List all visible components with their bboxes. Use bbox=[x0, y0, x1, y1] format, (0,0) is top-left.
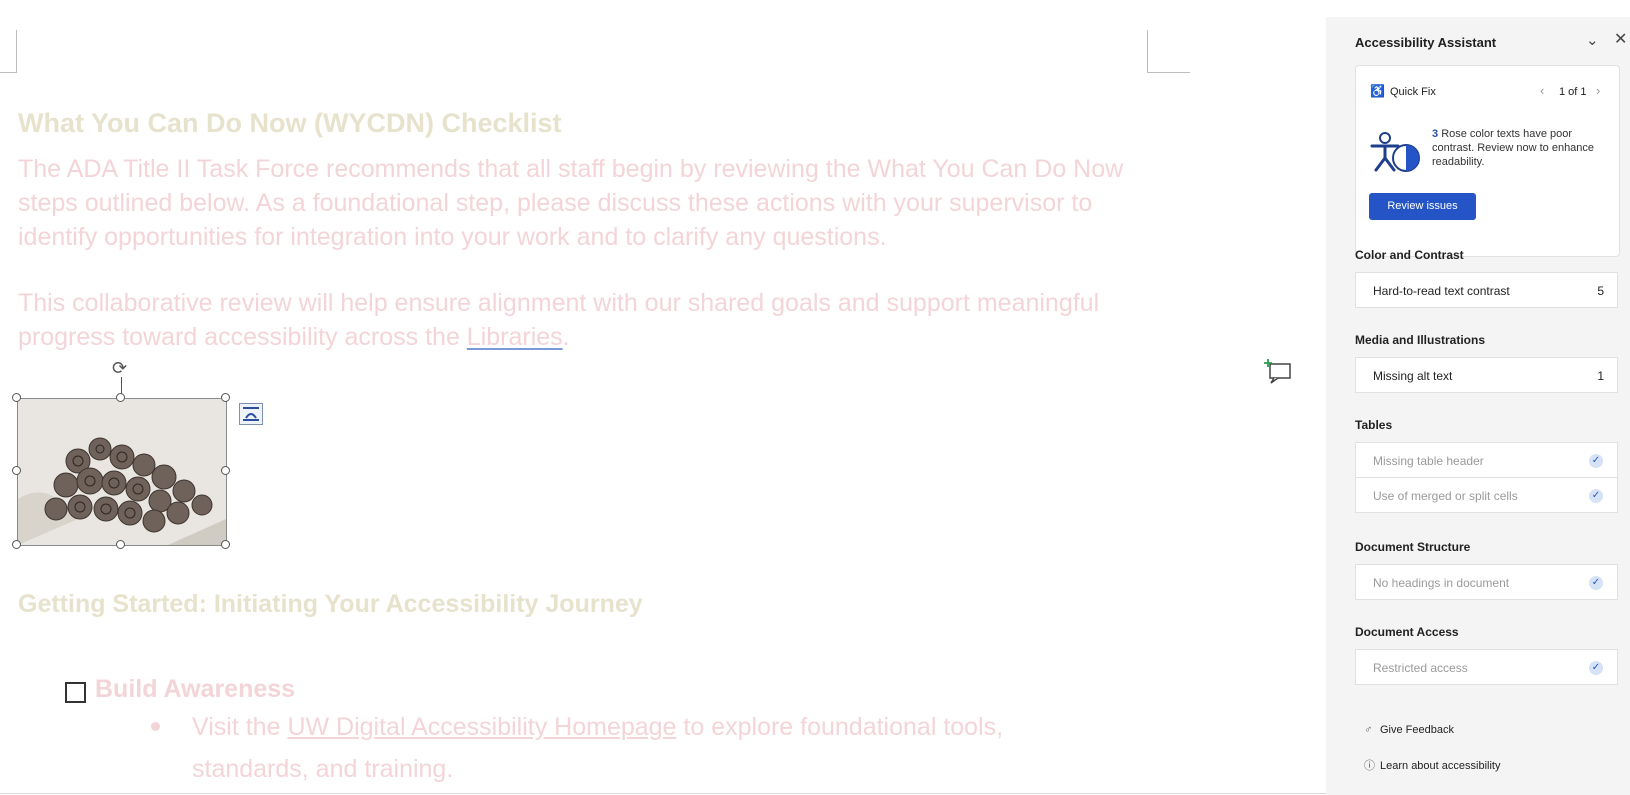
row-restricted-access[interactable]: Restricted access ✓ bbox=[1355, 649, 1618, 685]
section-color-contrast: Color and Contrast bbox=[1355, 248, 1464, 262]
bullet-item[interactable]: Visit the UW Digital Accessibility Homep… bbox=[192, 706, 1092, 790]
bullet-dot bbox=[151, 722, 160, 731]
row-hard-to-read-contrast[interactable]: Hard-to-read text contrast 5 bbox=[1355, 272, 1618, 308]
feedback-icon: ♂ bbox=[1364, 724, 1373, 736]
chevron-left-icon[interactable]: ‹ bbox=[1540, 83, 1544, 98]
give-feedback-link[interactable]: ♂ Give Feedback bbox=[1364, 724, 1454, 736]
quick-fix-text: Rose color texts have poor contrast. Rev… bbox=[1432, 128, 1595, 168]
libraries-link[interactable]: Libraries bbox=[467, 323, 563, 351]
row-label: Use of merged or split cells bbox=[1373, 489, 1518, 503]
rolled-maps-image bbox=[18, 399, 226, 545]
section-document-access: Document Access bbox=[1355, 625, 1459, 639]
layout-options-button[interactable] bbox=[239, 403, 263, 425]
bullet-text-start: Visit the bbox=[192, 713, 288, 741]
quick-fix-pager: 1 of 1 bbox=[1559, 86, 1587, 98]
row-count: 5 bbox=[1597, 284, 1604, 298]
row-no-headings[interactable]: No headings in document ✓ bbox=[1355, 564, 1618, 600]
inline-image[interactable] bbox=[17, 398, 227, 546]
row-label: Missing table header bbox=[1373, 454, 1484, 468]
rotate-handle-icon[interactable]: ⟳ bbox=[112, 358, 127, 378]
quick-fix-count: 3 bbox=[1432, 128, 1439, 140]
new-comment-icon[interactable] bbox=[1263, 356, 1293, 386]
uw-accessibility-link[interactable]: UW Digital Accessibility Homepage bbox=[287, 713, 676, 741]
resize-handle-bc[interactable] bbox=[116, 540, 125, 549]
checkmark-icon: ✓ bbox=[1589, 661, 1603, 675]
paragraph-collaborative[interactable]: This collaborative review will help ensu… bbox=[18, 286, 1148, 354]
paragraph-period: . bbox=[562, 323, 570, 351]
quick-fix-label: Quick Fix bbox=[1390, 86, 1436, 98]
row-label: Hard-to-read text contrast bbox=[1373, 284, 1510, 298]
row-label: Restricted access bbox=[1373, 661, 1468, 675]
resize-handle-tc[interactable] bbox=[116, 393, 125, 402]
resize-handle-tr[interactable] bbox=[221, 393, 230, 402]
close-icon[interactable]: ✕ bbox=[1614, 29, 1627, 49]
row-count: 1 bbox=[1597, 369, 1604, 383]
page-bottom-divider bbox=[0, 793, 1326, 794]
resize-handle-mr[interactable] bbox=[221, 466, 230, 475]
paragraph-intro[interactable]: The ADA Title II Task Force recommends t… bbox=[18, 152, 1148, 254]
resize-handle-ml[interactable] bbox=[12, 466, 21, 475]
section-document-structure: Document Structure bbox=[1355, 540, 1471, 554]
row-merged-split-cells[interactable]: Use of merged or split cells ✓ bbox=[1355, 477, 1618, 513]
checkmark-icon: ✓ bbox=[1589, 489, 1603, 503]
checkmark-icon: ✓ bbox=[1589, 454, 1603, 468]
document-canvas[interactable]: What You Can Do Now (WYCDN) Checklist Th… bbox=[0, 0, 1326, 795]
chevron-down-icon[interactable]: ⌄ bbox=[1586, 31, 1599, 49]
row-missing-table-header[interactable]: Missing table header ✓ bbox=[1355, 442, 1618, 478]
quick-fix-card: ♿ Quick Fix ‹ 1 of 1 › 3 Rose color text… bbox=[1355, 65, 1620, 257]
heading-getting-started[interactable]: Getting Started: Initiating Your Accessi… bbox=[18, 590, 643, 619]
quick-fix-description: 3 Rose color texts have poor contrast. R… bbox=[1432, 127, 1612, 169]
learn-accessibility-label: Learn about accessibility bbox=[1380, 760, 1501, 772]
checklist-checkbox[interactable] bbox=[65, 682, 86, 703]
crop-mark-top-right bbox=[1147, 30, 1190, 73]
resize-handle-tl[interactable] bbox=[12, 393, 21, 402]
checkmark-icon: ✓ bbox=[1589, 576, 1603, 590]
row-missing-alt-text[interactable]: Missing alt text 1 bbox=[1355, 357, 1618, 393]
checklist-item-label: Build Awareness bbox=[95, 675, 296, 703]
row-label: Missing alt text bbox=[1373, 369, 1453, 383]
crop-mark-top-left bbox=[0, 30, 17, 73]
pane-title: Accessibility Assistant bbox=[1355, 35, 1497, 50]
help-icon: ⓘ bbox=[1364, 760, 1375, 772]
review-issues-button[interactable]: Review issues bbox=[1369, 193, 1476, 220]
accessibility-illustration-icon bbox=[1370, 132, 1420, 172]
resize-handle-bl[interactable] bbox=[12, 540, 21, 549]
accessibility-assistant-pane: Accessibility Assistant ⌄ ✕ ♿ Quick Fix … bbox=[1326, 17, 1630, 795]
give-feedback-label: Give Feedback bbox=[1380, 724, 1454, 736]
learn-accessibility-link[interactable]: ⓘ Learn about accessibility bbox=[1364, 757, 1500, 773]
chevron-right-icon[interactable]: › bbox=[1596, 83, 1600, 98]
resize-handle-br[interactable] bbox=[221, 540, 230, 549]
accessibility-person-icon: ♿ bbox=[1370, 84, 1385, 98]
layout-options-icon bbox=[243, 407, 259, 421]
heading-checklist[interactable]: What You Can Do Now (WYCDN) Checklist bbox=[18, 108, 562, 139]
section-media-illustrations: Media and Illustrations bbox=[1355, 333, 1486, 347]
section-tables: Tables bbox=[1355, 418, 1393, 432]
row-label: No headings in document bbox=[1373, 576, 1510, 590]
